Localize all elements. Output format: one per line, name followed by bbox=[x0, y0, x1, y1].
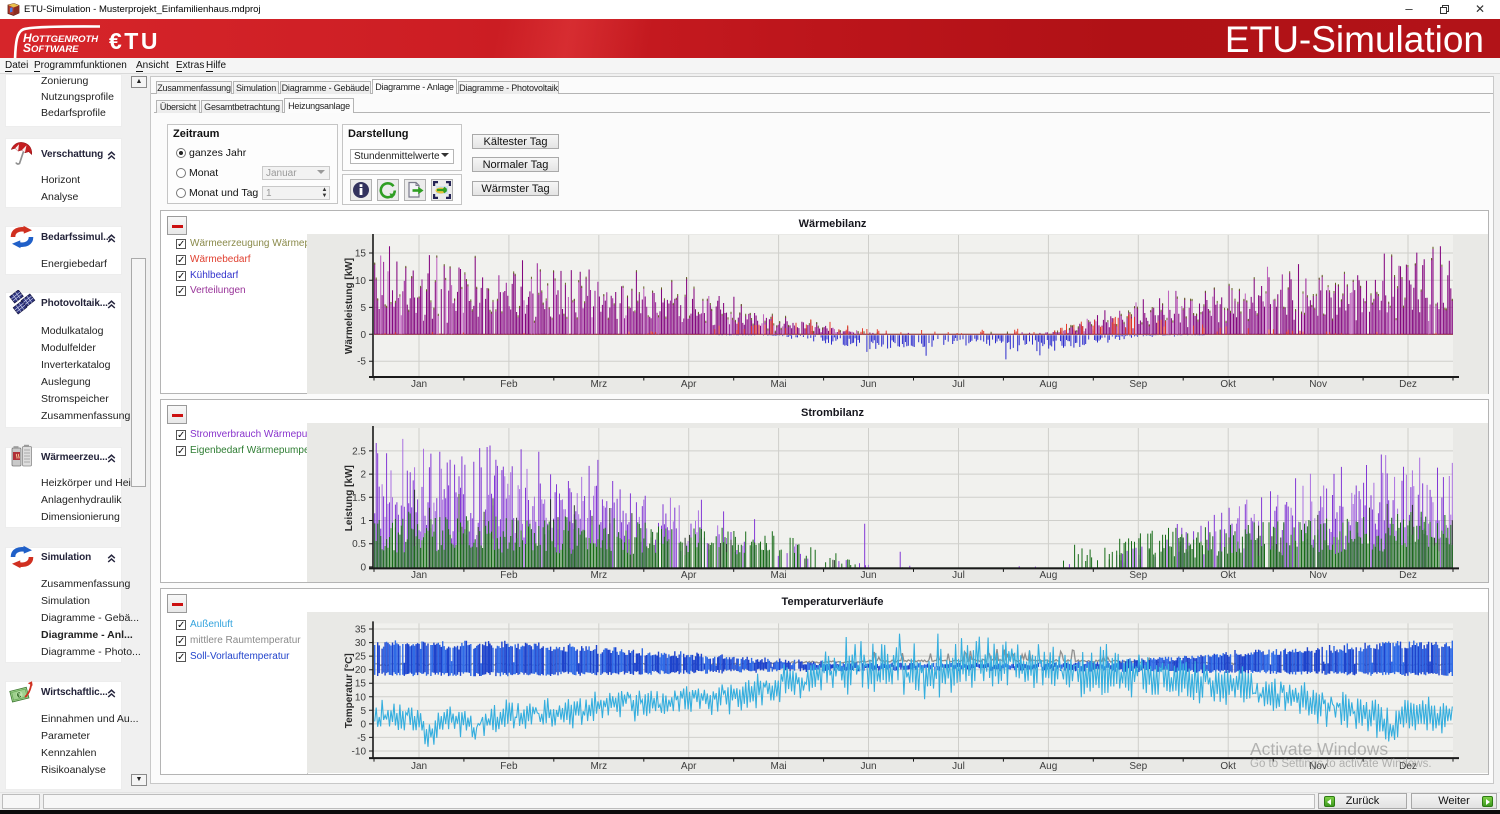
svg-text:Jan: Jan bbox=[411, 761, 427, 772]
svg-text:Apr: Apr bbox=[681, 761, 697, 772]
svg-text:0: 0 bbox=[360, 719, 366, 730]
svg-text:0: 0 bbox=[360, 330, 366, 341]
svg-text:5: 5 bbox=[360, 303, 366, 314]
svg-text:Sep: Sep bbox=[1129, 570, 1147, 581]
svg-text:Mrz: Mrz bbox=[590, 761, 607, 772]
svg-text:Dez: Dez bbox=[1399, 379, 1417, 390]
svg-text:30: 30 bbox=[355, 638, 367, 649]
svg-text:Mai: Mai bbox=[771, 570, 787, 581]
svg-text:5: 5 bbox=[360, 706, 366, 717]
svg-text:Jun: Jun bbox=[860, 761, 876, 772]
svg-text:Wärmeleistung [kW]: Wärmeleistung [kW] bbox=[344, 258, 355, 354]
svg-text:Jul: Jul bbox=[952, 570, 965, 581]
svg-text:Dez: Dez bbox=[1399, 570, 1417, 581]
svg-text:-5: -5 bbox=[357, 733, 366, 744]
svg-text:Feb: Feb bbox=[500, 570, 518, 581]
svg-text:Jul: Jul bbox=[952, 761, 965, 772]
svg-text:Sep: Sep bbox=[1129, 379, 1147, 390]
svg-text:Mai: Mai bbox=[771, 761, 787, 772]
svg-text:Okt: Okt bbox=[1220, 379, 1236, 390]
svg-text:Nov: Nov bbox=[1309, 379, 1327, 390]
svg-text:Aug: Aug bbox=[1040, 570, 1058, 581]
svg-text:2.5: 2.5 bbox=[352, 446, 366, 457]
svg-text:-5: -5 bbox=[357, 357, 366, 368]
svg-text:Jan: Jan bbox=[411, 570, 427, 581]
svg-text:Jul: Jul bbox=[952, 379, 965, 390]
svg-text:Leistung [kW]: Leistung [kW] bbox=[344, 465, 355, 531]
svg-text:Apr: Apr bbox=[681, 379, 697, 390]
svg-text:1: 1 bbox=[360, 516, 366, 527]
svg-text:Temperatur [°C]: Temperatur [°C] bbox=[344, 653, 355, 728]
svg-text:Mrz: Mrz bbox=[590, 570, 607, 581]
svg-text:Aug: Aug bbox=[1040, 761, 1058, 772]
svg-text:Nov: Nov bbox=[1309, 570, 1327, 581]
svg-text:Sep: Sep bbox=[1129, 761, 1147, 772]
svg-text:Apr: Apr bbox=[681, 570, 697, 581]
svg-text:Okt: Okt bbox=[1220, 761, 1236, 772]
svg-text:10: 10 bbox=[355, 692, 367, 703]
svg-text:Jun: Jun bbox=[860, 570, 876, 581]
svg-text:25: 25 bbox=[355, 652, 367, 663]
svg-text:Mrz: Mrz bbox=[590, 379, 607, 390]
svg-text:Feb: Feb bbox=[500, 379, 518, 390]
svg-text:15: 15 bbox=[355, 249, 367, 260]
svg-text:15: 15 bbox=[355, 679, 367, 690]
svg-text:0: 0 bbox=[360, 562, 366, 573]
svg-text:-10: -10 bbox=[352, 747, 367, 758]
svg-text:Okt: Okt bbox=[1220, 570, 1236, 581]
svg-text:35: 35 bbox=[355, 625, 367, 636]
svg-text:Feb: Feb bbox=[500, 761, 518, 772]
svg-text:20: 20 bbox=[355, 665, 367, 676]
svg-text:Jan: Jan bbox=[411, 379, 427, 390]
svg-text:0.5: 0.5 bbox=[352, 539, 366, 550]
svg-text:Jun: Jun bbox=[860, 379, 876, 390]
svg-text:Mai: Mai bbox=[771, 379, 787, 390]
svg-text:Aug: Aug bbox=[1040, 379, 1058, 390]
svg-text:10: 10 bbox=[355, 276, 367, 287]
svg-text:2: 2 bbox=[360, 470, 366, 481]
